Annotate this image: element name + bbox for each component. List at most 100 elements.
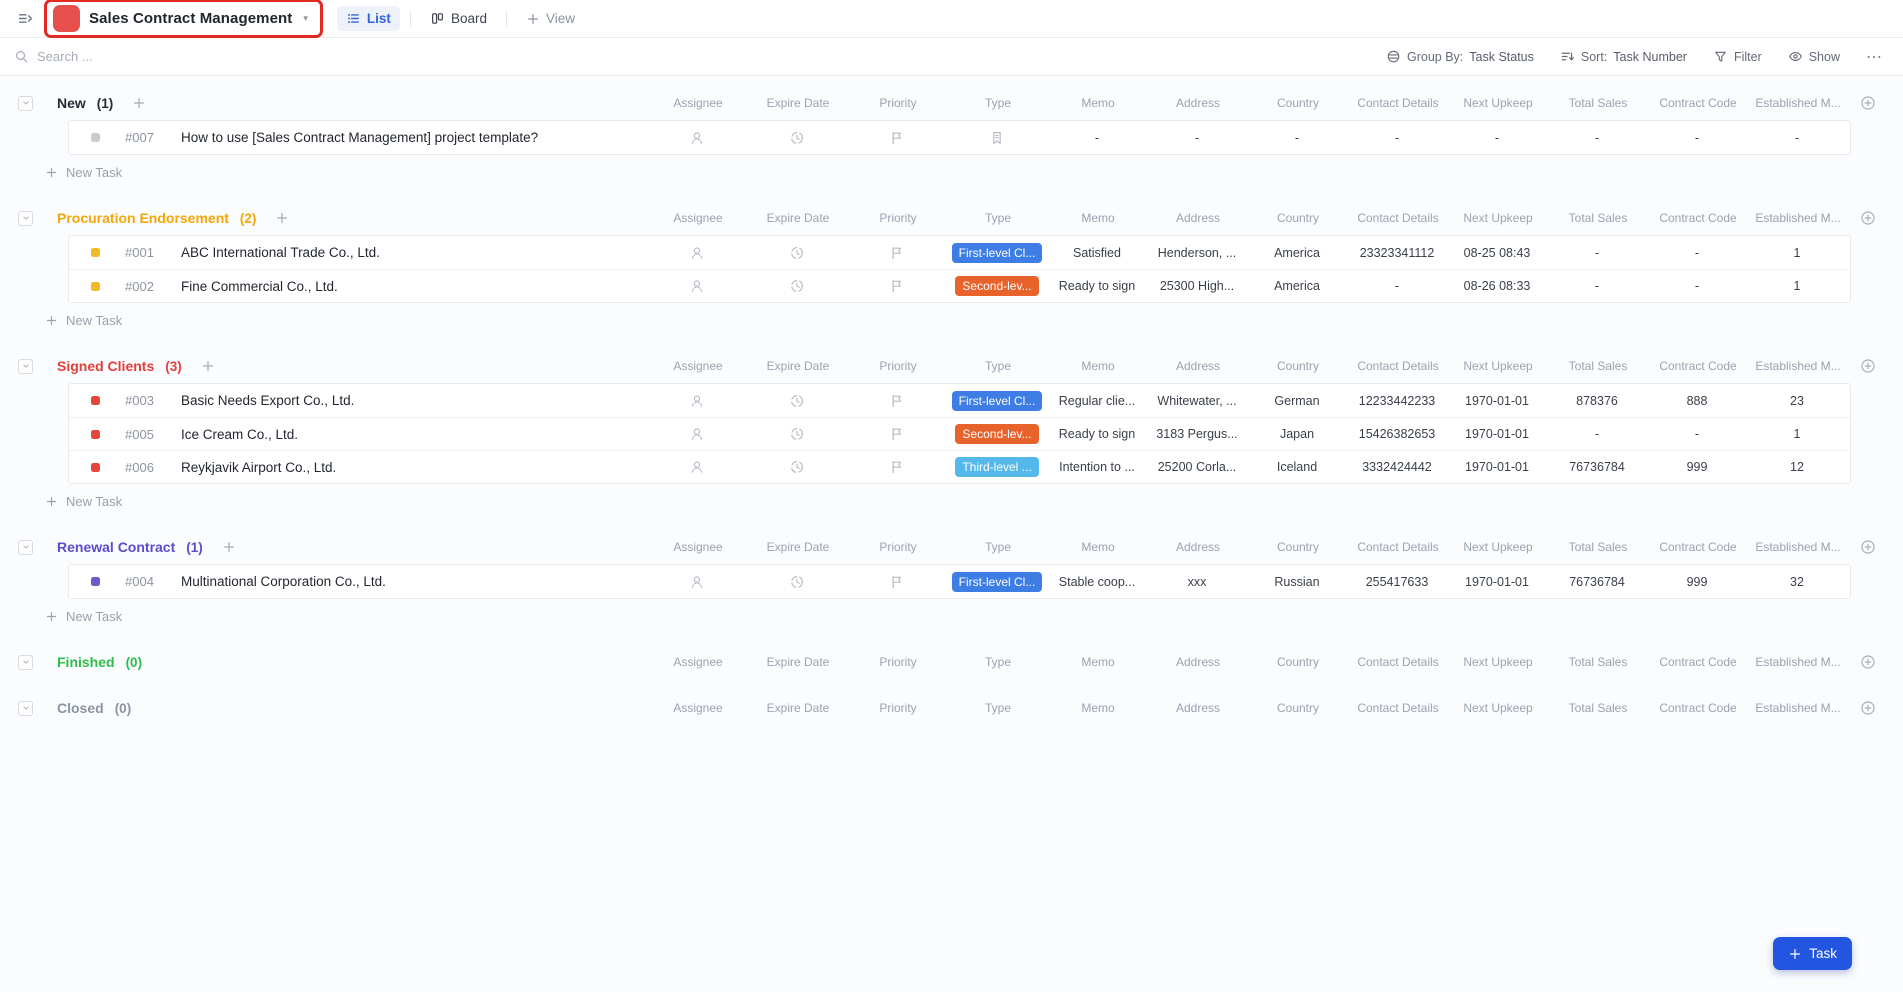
status-dot[interactable] xyxy=(91,577,100,586)
sort-control[interactable]: Sort: Task Number xyxy=(1560,49,1687,64)
status-dot[interactable] xyxy=(91,248,100,257)
new-task-button[interactable]: New Task xyxy=(45,157,175,187)
cell-contract-code[interactable]: - xyxy=(1647,427,1747,441)
type-badge[interactable]: First-level Cl... xyxy=(952,572,1043,592)
column-header[interactable]: Total Sales xyxy=(1548,540,1648,554)
status-dot[interactable] xyxy=(91,396,100,405)
show-control[interactable]: Show xyxy=(1788,49,1840,64)
column-header[interactable]: Contact Details xyxy=(1348,540,1448,554)
cell-memo[interactable]: Satisfied xyxy=(1047,246,1147,260)
task-row[interactable]: #004 Multinational Corporation Co., Ltd.… xyxy=(69,565,1850,598)
task-title[interactable]: Basic Needs Export Co., Ltd. xyxy=(181,393,354,408)
assignee-cell[interactable] xyxy=(647,459,747,475)
add-column-icon[interactable] xyxy=(1848,358,1888,374)
task-row[interactable]: #002 Fine Commercial Co., Ltd. Second-le… xyxy=(69,269,1850,302)
cell-contact-details[interactable]: 23323341112 xyxy=(1347,246,1447,260)
cell-memo[interactable]: Ready to sign xyxy=(1047,427,1147,441)
workspace-title-box[interactable]: Sales Contract Management ▾ xyxy=(44,0,323,38)
column-header[interactable]: Next Upkeep xyxy=(1448,655,1548,669)
column-header[interactable]: Country xyxy=(1248,701,1348,715)
column-header[interactable]: Priority xyxy=(848,96,948,110)
column-header[interactable]: Type xyxy=(948,359,1048,373)
column-header[interactable]: Contract Code xyxy=(1648,701,1748,715)
column-header[interactable]: Contact Details xyxy=(1348,359,1448,373)
column-header[interactable]: Memo xyxy=(1048,359,1148,373)
column-header[interactable]: Total Sales xyxy=(1548,655,1648,669)
column-header[interactable]: Contract Code xyxy=(1648,211,1748,225)
cell-country[interactable]: America xyxy=(1247,279,1347,293)
cell-next-upkeep[interactable]: 1970-01-01 xyxy=(1447,394,1547,408)
cell-contract-code[interactable]: 999 xyxy=(1647,575,1747,589)
cell-contract-code[interactable]: - xyxy=(1647,279,1747,293)
column-header[interactable]: Expire Date xyxy=(748,359,848,373)
column-header[interactable]: Assignee xyxy=(648,96,748,110)
cell-address[interactable]: Henderson, ... xyxy=(1147,246,1247,260)
expire-date-cell[interactable] xyxy=(747,459,847,475)
column-header[interactable]: Established M... xyxy=(1748,540,1848,554)
add-column-icon[interactable] xyxy=(1848,95,1888,111)
column-header[interactable]: Type xyxy=(948,96,1048,110)
cell-contact-details[interactable]: - xyxy=(1347,279,1447,293)
column-header[interactable]: Contact Details xyxy=(1348,701,1448,715)
cell-contact-details[interactable]: 15426382653 xyxy=(1347,427,1447,441)
cell-total-sales[interactable]: - xyxy=(1547,131,1647,145)
collapse-toggle-icon[interactable] xyxy=(18,211,33,226)
type-cell[interactable]: Second-lev... xyxy=(947,424,1047,444)
column-header[interactable]: Contract Code xyxy=(1648,655,1748,669)
column-header[interactable]: Country xyxy=(1248,655,1348,669)
column-header[interactable]: Total Sales xyxy=(1548,96,1648,110)
cell-contact-details[interactable]: - xyxy=(1347,131,1447,145)
cell-contact-details[interactable]: 255417633 xyxy=(1347,575,1447,589)
cell-total-sales[interactable]: - xyxy=(1547,279,1647,293)
status-dot[interactable] xyxy=(91,430,100,439)
column-header[interactable]: Assignee xyxy=(648,211,748,225)
cell-established-m[interactable]: 32 xyxy=(1747,575,1847,589)
cell-contract-code[interactable]: 999 xyxy=(1647,460,1747,474)
priority-cell[interactable] xyxy=(847,426,947,442)
tab-list[interactable]: List xyxy=(337,6,400,31)
column-header[interactable]: Established M... xyxy=(1748,655,1848,669)
add-column-icon[interactable] xyxy=(1848,700,1888,716)
status-dot[interactable] xyxy=(91,282,100,291)
column-header[interactable]: Priority xyxy=(848,211,948,225)
cell-address[interactable]: 25200 Corla... xyxy=(1147,460,1247,474)
collapse-toggle-icon[interactable] xyxy=(18,96,33,111)
column-header[interactable]: Type xyxy=(948,701,1048,715)
priority-cell[interactable] xyxy=(847,574,947,590)
column-header[interactable]: Type xyxy=(948,540,1048,554)
type-badge[interactable]: Second-lev... xyxy=(955,424,1038,444)
cell-country[interactable]: - xyxy=(1247,131,1347,145)
column-header[interactable]: Contract Code xyxy=(1648,359,1748,373)
column-header[interactable]: Contract Code xyxy=(1648,96,1748,110)
sidebar-expand-icon[interactable] xyxy=(14,8,36,30)
cell-established-m[interactable]: - xyxy=(1747,131,1847,145)
assignee-cell[interactable] xyxy=(647,393,747,409)
column-header[interactable]: Contract Code xyxy=(1648,540,1748,554)
cell-next-upkeep[interactable]: 1970-01-01 xyxy=(1447,427,1547,441)
expire-date-cell[interactable] xyxy=(747,245,847,261)
cell-established-m[interactable]: 1 xyxy=(1747,279,1847,293)
column-header[interactable]: Total Sales xyxy=(1548,701,1648,715)
priority-cell[interactable] xyxy=(847,459,947,475)
cell-established-m[interactable]: 1 xyxy=(1747,246,1847,260)
cell-total-sales[interactable]: - xyxy=(1547,246,1647,260)
column-header[interactable]: Address xyxy=(1148,359,1248,373)
column-header[interactable]: Country xyxy=(1248,540,1348,554)
column-header[interactable]: Contact Details xyxy=(1348,655,1448,669)
column-header[interactable]: Next Upkeep xyxy=(1448,540,1548,554)
group-add-task-icon[interactable] xyxy=(132,96,146,110)
add-column-icon[interactable] xyxy=(1848,654,1888,670)
column-header[interactable]: Contact Details xyxy=(1348,96,1448,110)
task-row[interactable]: #001 ABC International Trade Co., Ltd. F… xyxy=(69,236,1850,269)
column-header[interactable]: Expire Date xyxy=(748,701,848,715)
type-badge[interactable]: First-level Cl... xyxy=(952,391,1043,411)
column-header[interactable]: Established M... xyxy=(1748,96,1848,110)
more-menu-button[interactable]: ⋯ xyxy=(1866,47,1883,67)
cell-total-sales[interactable]: - xyxy=(1547,427,1647,441)
cell-next-upkeep[interactable]: - xyxy=(1447,131,1547,145)
column-header[interactable]: Memo xyxy=(1048,96,1148,110)
column-header[interactable]: Assignee xyxy=(648,359,748,373)
add-column-icon[interactable] xyxy=(1848,539,1888,555)
tab-board[interactable]: Board xyxy=(421,6,496,31)
add-view-button[interactable]: View xyxy=(517,6,584,31)
